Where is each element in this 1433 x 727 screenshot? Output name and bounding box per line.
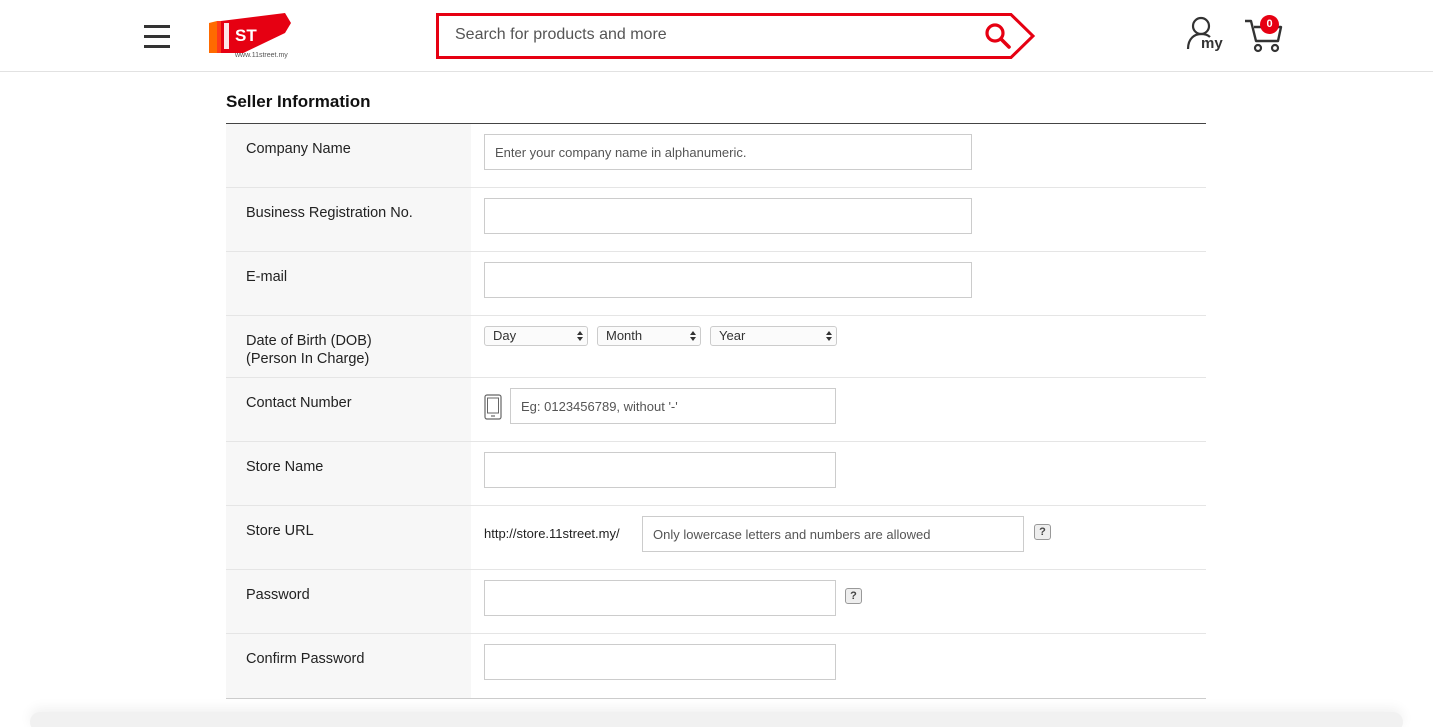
site-header: ST www.11street.my my 0 [0, 0, 1433, 72]
dob-label-line2: (Person In Charge) [246, 351, 370, 367]
row-store-url: Store URL http://store.11street.my/ ? [226, 506, 1206, 570]
row-confirm-password: Confirm Password [226, 634, 1206, 698]
password-input[interactable] [484, 580, 836, 616]
mobile-phone-icon [484, 394, 502, 420]
dob-month-select[interactable]: Month [597, 326, 701, 346]
row-password: Password ? [226, 570, 1206, 634]
row-dob: Date of Birth (DOB) (Person In Charge) D… [226, 316, 1206, 378]
company-name-label: Company Name [226, 124, 471, 187]
email-input[interactable] [484, 262, 972, 298]
site-logo[interactable]: ST www.11street.my [207, 11, 293, 61]
row-company-name: Company Name [226, 124, 1206, 188]
section-title: Seller Information [226, 92, 371, 111]
store-url-label: Store URL [226, 506, 471, 569]
store-url-input[interactable] [642, 516, 1024, 552]
row-business-reg: Business Registration No. [226, 188, 1206, 252]
confirm-password-label: Confirm Password [226, 634, 471, 698]
dob-month-value: Month [606, 328, 643, 343]
select-arrows-icon [577, 331, 583, 341]
logo-url-text: www.11street.my [235, 52, 288, 59]
store-url-prefix: http://store.11street.my/ [484, 526, 620, 541]
account-label[interactable]: my [1201, 35, 1223, 52]
store-name-label: Store Name [226, 442, 471, 505]
dob-label-line1: Date of Birth (DOB) [246, 333, 372, 349]
seller-info-form: Company Name Business Registration No. E… [226, 123, 1206, 699]
store-name-input[interactable] [484, 452, 836, 488]
company-name-input[interactable] [484, 134, 972, 170]
confirm-password-input[interactable] [484, 644, 836, 680]
contact-number-label: Contact Number [226, 378, 471, 441]
dob-day-value: Day [493, 328, 517, 343]
password-help-button[interactable]: ? [845, 588, 862, 604]
dob-day-select[interactable]: Day [484, 326, 588, 346]
bottom-panel-edge [30, 712, 1403, 727]
hamburger-menu-icon[interactable] [144, 25, 170, 49]
store-url-help-button[interactable]: ? [1034, 524, 1051, 540]
cart-count-badge: 0 [1260, 15, 1279, 34]
dob-year-select[interactable]: Year [710, 326, 837, 346]
row-store-name: Store Name [226, 442, 1206, 506]
business-reg-label: Business Registration No. [226, 188, 471, 251]
search-bar [436, 13, 1036, 59]
svg-text:ST: ST [235, 26, 257, 45]
business-reg-input[interactable] [484, 198, 972, 234]
select-arrows-icon [826, 331, 832, 341]
row-contact-number: Contact Number [226, 378, 1206, 442]
row-email: E-mail [226, 252, 1206, 316]
email-label: E-mail [226, 252, 471, 315]
logo-11st-icon: ST [209, 13, 291, 57]
password-label: Password [226, 570, 471, 633]
dob-year-value: Year [719, 328, 746, 343]
select-arrows-icon [690, 331, 696, 341]
search-input[interactable] [442, 18, 962, 52]
search-icon [985, 23, 1011, 49]
contact-number-input[interactable] [510, 388, 836, 424]
search-button[interactable] [984, 22, 1012, 50]
dob-label: Date of Birth (DOB) (Person In Charge) [226, 316, 471, 377]
